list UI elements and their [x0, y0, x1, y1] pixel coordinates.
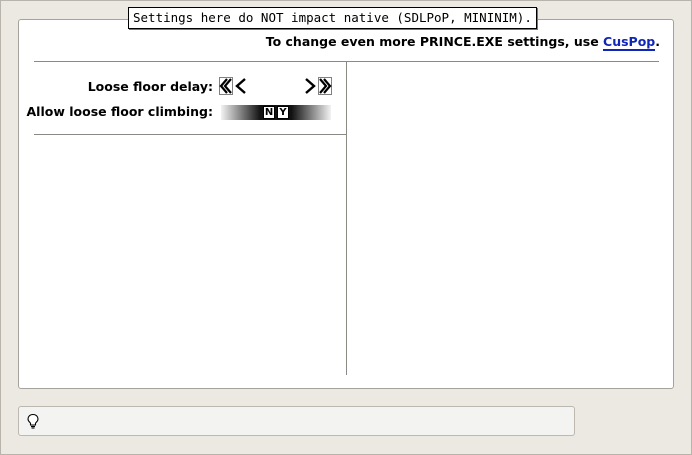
lightbulb-icon — [27, 413, 39, 429]
allow-climbing-label: Allow loose floor climbing: — [26, 104, 214, 119]
cuspop-info-suffix: . — [655, 34, 660, 49]
toggle-option-y[interactable]: Y — [277, 106, 289, 119]
allow-climbing-toggle[interactable]: N Y — [221, 105, 331, 120]
left-divider — [34, 134, 346, 135]
settings-panel: To change even more PRINCE.EXE settings,… — [18, 19, 674, 389]
double-right-arrow-icon — [305, 77, 332, 95]
cuspop-info-text: To change even more PRINCE.EXE settings,… — [265, 34, 604, 49]
cuspop-link[interactable]: CusPop — [603, 34, 656, 51]
decrease-delay-button[interactable] — [219, 77, 249, 95]
increase-delay-button[interactable] — [302, 77, 332, 95]
status-bar — [18, 406, 575, 436]
column-divider — [346, 62, 347, 375]
cuspop-info: To change even more PRINCE.EXE settings,… — [265, 34, 660, 51]
toggle-option-n[interactable]: N — [263, 106, 275, 119]
double-left-arrow-icon — [219, 77, 246, 95]
loose-floor-delay-label: Loose floor delay: — [87, 79, 213, 94]
native-warning-banner: Settings here do NOT impact native (SDLP… — [128, 7, 537, 29]
